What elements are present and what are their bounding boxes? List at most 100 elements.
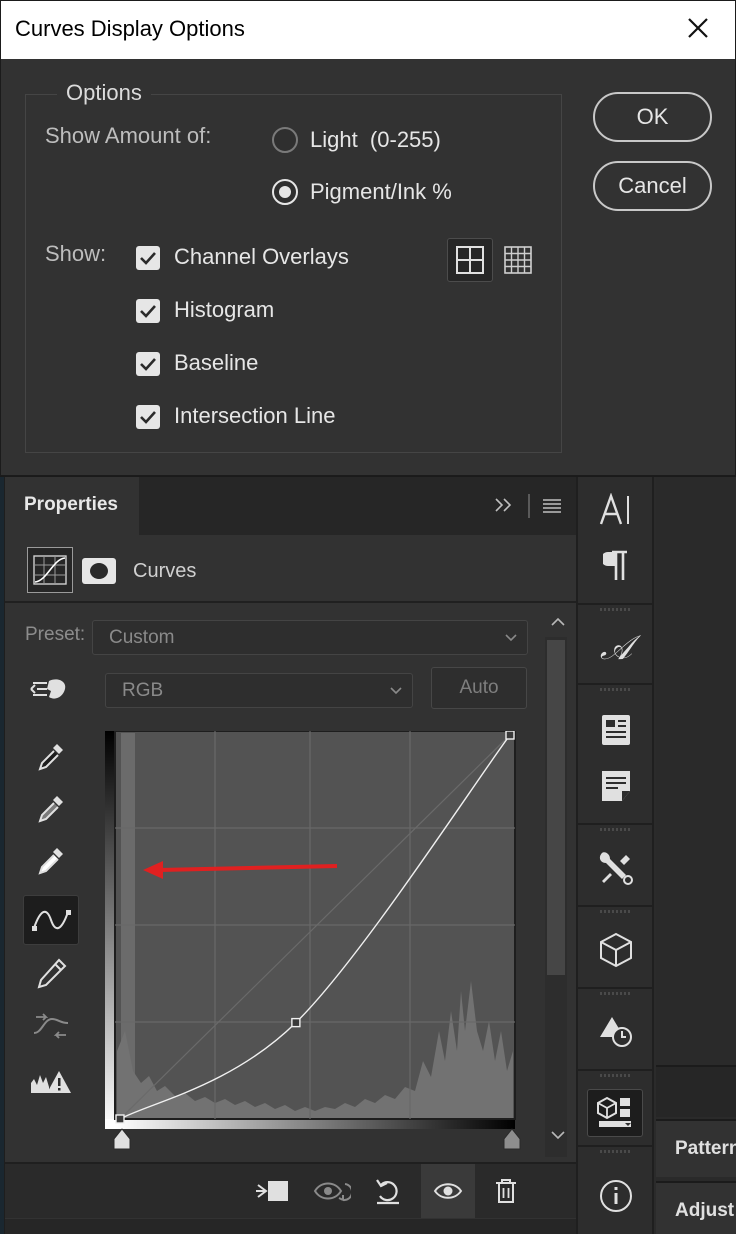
clip-to-layer-button[interactable] <box>247 1164 297 1218</box>
curves-adjustment-icon <box>33 555 67 585</box>
baseline-checkbox[interactable] <box>136 352 160 376</box>
curve-control-point[interactable] <box>505 731 515 740</box>
patterns-panel-label: Pattern <box>675 1138 736 1159</box>
strip-divider <box>578 603 654 615</box>
patterns-panel[interactable]: Pattern <box>656 1119 736 1177</box>
strip-divider <box>578 905 654 917</box>
pencil-tool[interactable] <box>23 949 79 999</box>
auto-button[interactable]: Auto <box>431 667 527 709</box>
black-point-slider[interactable] <box>113 1128 131 1150</box>
smooth-icon <box>33 1013 69 1039</box>
reset-icon <box>376 1179 399 1205</box>
paragraph-panel-button[interactable] <box>586 541 646 591</box>
show-label: Show: <box>45 241 107 266</box>
libraries-panel-button[interactable] <box>587 1089 643 1137</box>
tool-presets-icon <box>599 852 633 885</box>
simple-grid-icon <box>456 246 484 274</box>
notes-icon <box>602 771 630 801</box>
output-gradient-bar <box>105 731 115 1129</box>
delete-button[interactable] <box>481 1164 531 1218</box>
layer-mask-icon[interactable] <box>81 557 117 585</box>
trash-icon <box>496 1179 516 1203</box>
gray-point-eyedropper-button[interactable] <box>23 785 79 835</box>
curve-points-tool[interactable] <box>23 895 79 945</box>
channel-overlays-label[interactable]: Channel Overlays <box>174 244 349 270</box>
intersection-line-checkbox[interactable] <box>136 405 160 429</box>
info-panel-button[interactable] <box>586 1171 646 1221</box>
tab-properties[interactable]: Properties <box>5 477 139 535</box>
paragraph-styles-icon <box>602 715 630 745</box>
on-image-adjust-icon[interactable] <box>29 673 69 705</box>
detailed-grid-button[interactable] <box>495 238 541 282</box>
history-icon <box>600 1017 632 1047</box>
divider <box>5 601 577 603</box>
chevron-down-icon <box>505 634 517 642</box>
checkmark-icon <box>140 358 156 371</box>
notes-button[interactable] <box>586 761 646 811</box>
panel-icon-strip: 𝒜 <box>576 477 654 1234</box>
character-icon <box>599 493 629 525</box>
view-previous-icon <box>313 1182 351 1202</box>
checkmark-icon <box>140 305 156 318</box>
channel-dropdown[interactable]: RGB <box>105 673 413 708</box>
panel-resize-grip[interactable] <box>5 1219 577 1234</box>
ok-button[interactable]: OK <box>593 92 712 142</box>
histogram-checkbox[interactable] <box>136 299 160 323</box>
3d-panel-button[interactable] <box>586 925 646 975</box>
close-icon[interactable] <box>681 11 715 45</box>
histogram-label[interactable]: Histogram <box>174 297 274 323</box>
smooth-button[interactable] <box>23 1001 79 1051</box>
curve-control-point[interactable] <box>291 1017 301 1028</box>
collapse-panel-icon[interactable] <box>493 495 515 515</box>
clip-to-layer-icon <box>256 1181 288 1201</box>
reset-button[interactable] <box>363 1164 413 1218</box>
gray-point-eyedropper-icon <box>38 796 63 823</box>
channel-overlays-checkbox[interactable] <box>136 246 160 270</box>
3d-icon <box>600 932 632 968</box>
view-previous-button[interactable] <box>307 1164 357 1218</box>
black-point-eyedropper-button[interactable] <box>23 733 79 783</box>
tool-presets-button[interactable] <box>586 843 646 893</box>
preset-value: Custom <box>109 627 175 648</box>
tab-properties-label: Properties <box>24 494 118 515</box>
white-point-slider[interactable] <box>503 1128 521 1150</box>
paragraph-styles-button[interactable] <box>586 705 646 755</box>
scrollbar-thumb[interactable] <box>547 640 565 975</box>
checkmark-icon <box>140 252 156 265</box>
simple-grid-button[interactable] <box>447 238 493 282</box>
panel-menu-icon[interactable] <box>542 497 562 515</box>
strip-divider <box>578 987 654 999</box>
baseline-label[interactable]: Baseline <box>174 350 258 376</box>
black-point-eyedropper-icon <box>38 744 63 771</box>
curves-graph[interactable] <box>105 731 525 1156</box>
clipping-warning-button[interactable] <box>23 1057 79 1107</box>
cancel-button[interactable]: Cancel <box>593 161 712 211</box>
light-radio-label[interactable]: Light (0-255) <box>310 127 441 153</box>
pigment-radio-label[interactable]: Pigment/Ink % <box>310 179 452 205</box>
history-panel-button[interactable] <box>586 1007 646 1057</box>
panel-header <box>656 1065 736 1117</box>
character-panel-button[interactable] <box>586 485 646 535</box>
info-icon <box>600 1180 632 1212</box>
glyphs-panel-button[interactable]: 𝒜 <box>586 623 646 673</box>
adjustments-panel[interactable]: Adjust <box>656 1181 736 1234</box>
libraries-icon <box>597 1096 631 1127</box>
preset-label: Preset: <box>25 624 86 645</box>
adjustment-name: Curves <box>133 560 197 582</box>
checkmark-icon <box>140 411 156 424</box>
white-point-eyedropper-button[interactable] <box>23 837 79 887</box>
corner-swatch <box>105 1119 115 1129</box>
curve-control-point[interactable] <box>115 1114 125 1124</box>
pigment-radio[interactable] <box>272 179 298 205</box>
show-amount-label: Show Amount of: <box>45 123 212 148</box>
chevron-up-icon[interactable] <box>550 616 566 628</box>
chevron-down-icon[interactable] <box>550 1129 566 1141</box>
curves-display-options-dialog: Curves Display Options Options Show Amou… <box>0 0 736 476</box>
visibility-button[interactable] <box>421 1164 475 1218</box>
preset-dropdown[interactable]: Custom <box>92 620 528 655</box>
intersection-line-label[interactable]: Intersection Line <box>174 403 335 429</box>
light-radio[interactable] <box>272 127 298 153</box>
curves-adjustment-icon-button[interactable] <box>27 547 73 593</box>
strip-divider <box>578 683 654 695</box>
options-legend: Options <box>57 80 151 106</box>
